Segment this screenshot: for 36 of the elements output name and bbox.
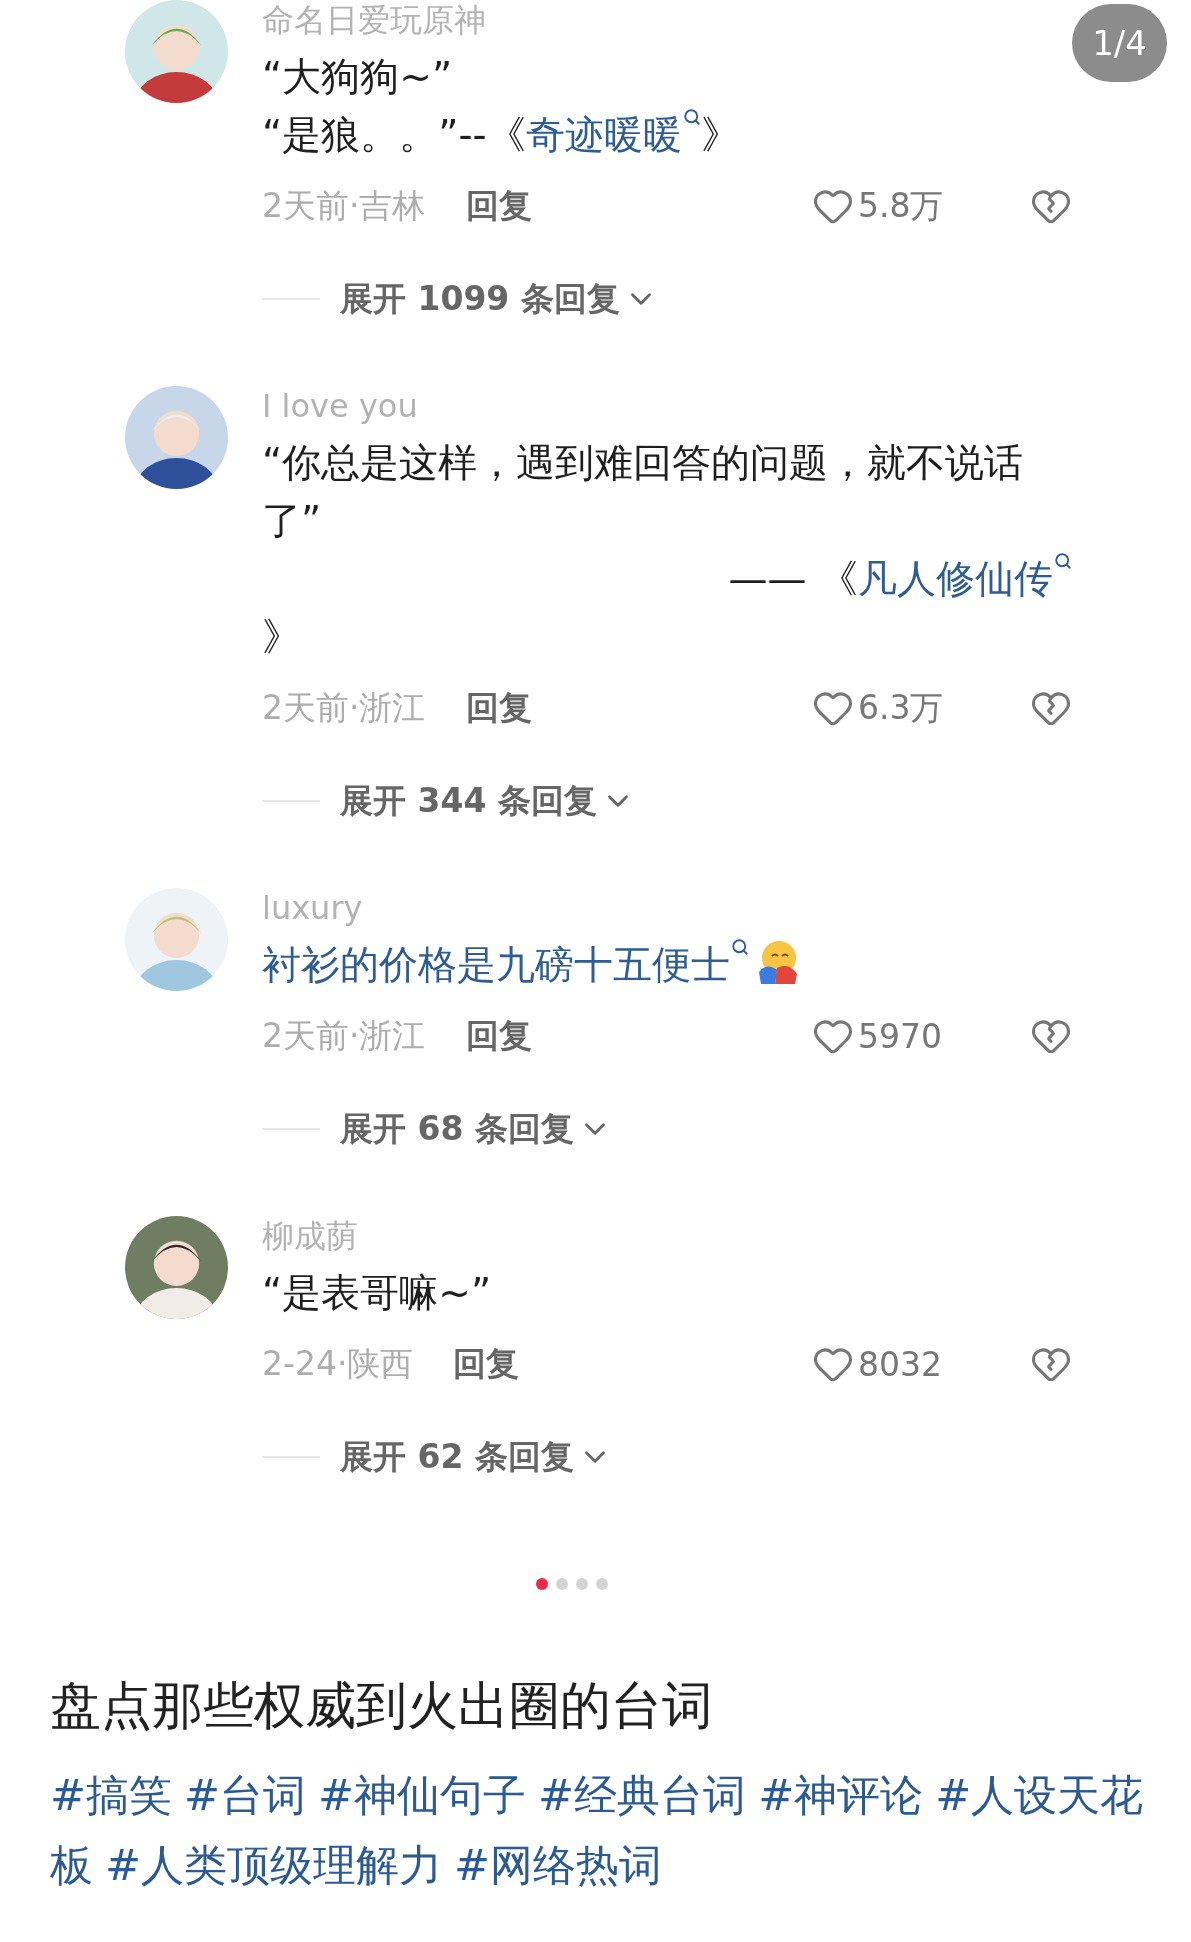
expand-replies-button[interactable]: 展开 344 条回复 xyxy=(340,778,635,824)
pager-dot[interactable] xyxy=(575,1578,588,1590)
expand-replies-button[interactable]: 展开 62 条回复 xyxy=(340,1434,612,1480)
search-icon xyxy=(731,938,749,956)
comment-text: “你总是这样，遇到难回答的问题，就不说话了” xyxy=(262,440,1024,543)
comment-text: “是狼。。”--《 xyxy=(262,112,526,157)
search-icon xyxy=(1054,552,1072,570)
time-location: 2天前·吉林 xyxy=(262,184,426,227)
pager-dot[interactable] xyxy=(555,1578,568,1590)
hashtag-list[interactable]: #搞笑 #台词 #神仙句子 #经典台词 #神评论 #人设天花板 #人类顶级理解力 #网络热词 xyxy=(50,1760,1161,1900)
comment-text: 》 xyxy=(262,614,301,659)
search-link[interactable]: 衬衫的价格是九磅十五便士 xyxy=(262,942,749,987)
page-counter: 1/4 xyxy=(1072,4,1167,82)
comment-text: “大狗狗~” xyxy=(262,54,453,99)
time-location: 2-24·陕西 xyxy=(262,1342,414,1385)
pager-dot[interactable] xyxy=(595,1578,608,1590)
time-location: 2天前·浙江 xyxy=(262,686,426,729)
expand-replies-button[interactable]: 展开 1099 条回复 xyxy=(340,276,658,322)
like-count: 5970 xyxy=(858,1016,942,1056)
pager-dot[interactable] xyxy=(535,1578,548,1590)
reply-link[interactable]: 回复 xyxy=(453,1341,520,1387)
comment-text: “是表哥嘛~” xyxy=(262,1270,492,1315)
comment-text: 》 xyxy=(700,112,740,157)
expand-replies-button[interactable]: 展开 68 条回复 xyxy=(340,1106,612,1152)
reply-link[interactable]: 回复 xyxy=(465,1013,532,1059)
comment-text: —— 《 xyxy=(728,556,858,601)
like-count: 5.8万 xyxy=(858,184,944,227)
search-link[interactable]: 奇迹暖暖 xyxy=(525,112,701,157)
search-icon xyxy=(682,108,701,126)
like-count: 8032 xyxy=(858,1344,942,1384)
time-location: 2天前·浙江 xyxy=(262,1014,426,1057)
post-title: 盘点那些权威到火出圈的台词 xyxy=(50,1675,714,1737)
reply-link[interactable]: 回复 xyxy=(465,685,532,731)
reply-link[interactable]: 回复 xyxy=(465,183,532,229)
like-count: 6.3万 xyxy=(858,686,944,729)
search-link[interactable]: 凡人修仙传 xyxy=(858,556,1072,601)
